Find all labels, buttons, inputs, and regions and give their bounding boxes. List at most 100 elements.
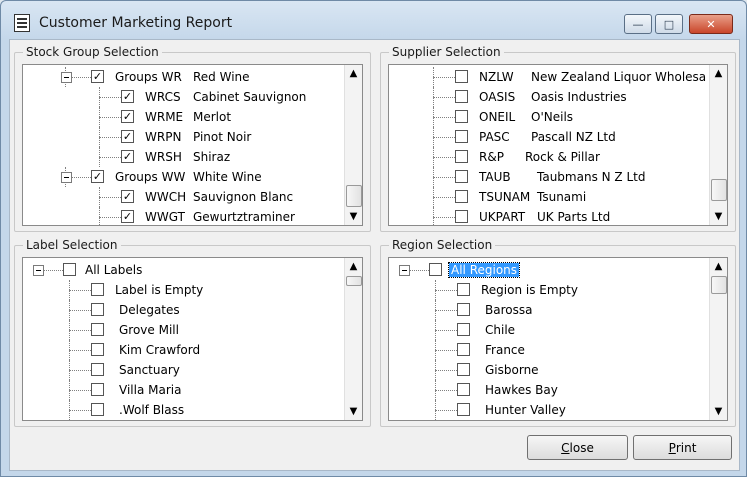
label-tree[interactable]: All Labels Label is Empty Delegates Grove M…: [22, 257, 363, 421]
tree-item-row[interactable]: TSUNAM Tsunami: [389, 187, 709, 207]
supplier-tree-rows: NZLW New Zealand Liquor Wholesa OASIS Oasis…: [389, 67, 709, 225]
tree-checkbox[interactable]: [455, 150, 468, 163]
tree-item-row[interactable]: OASIS Oasis Industries: [389, 87, 709, 107]
scroll-up-icon[interactable]: ▲: [710, 258, 727, 275]
label-selection-label: Label Selection: [23, 238, 121, 252]
tree-item-row[interactable]: Chile: [389, 320, 709, 340]
tree-item-row[interactable]: ✓ WRME Merlot: [23, 107, 344, 127]
scroll-down-icon[interactable]: ▼: [710, 403, 727, 420]
tree-item-row[interactable]: Sanctuary: [23, 360, 344, 380]
tree-group-row[interactable]: ✓ Groups WR Red Wine: [23, 67, 344, 87]
tree-checkbox[interactable]: [457, 283, 470, 296]
tree-item-row[interactable]: Delegates: [23, 300, 344, 320]
scroll-up-icon[interactable]: ▲: [345, 65, 362, 82]
tree-checkbox[interactable]: ✓: [121, 190, 134, 203]
collapse-icon[interactable]: [61, 72, 72, 83]
tree-checkbox[interactable]: ✓: [91, 170, 104, 183]
tree-item-row[interactable]: Grove Mill: [23, 320, 344, 340]
tree-checkbox[interactable]: [91, 303, 104, 316]
tree-item-row[interactable]: Kim Crawford: [23, 340, 344, 360]
tree-checkbox[interactable]: [457, 303, 470, 316]
maximize-button[interactable]: □: [655, 14, 683, 34]
tree-item-row[interactable]: ✓ WWCH Sauvignon Blanc: [23, 187, 344, 207]
tree-checkbox[interactable]: ✓: [121, 110, 134, 123]
tree-checkbox[interactable]: [455, 130, 468, 143]
minimize-button[interactable]: —: [624, 14, 652, 34]
tree-checkbox[interactable]: ✓: [121, 210, 134, 223]
stock-scroll-thumb[interactable]: [346, 185, 362, 207]
tree-checkbox[interactable]: [455, 70, 468, 83]
print-button[interactable]: Print: [633, 435, 732, 460]
tree-item-row[interactable]: Villa Maria: [23, 380, 344, 400]
tree-item-row[interactable]: R&P Rock & Pillar: [389, 147, 709, 167]
tree-item-row[interactable]: ✓ WRSH Shiraz: [23, 147, 344, 167]
tree-checkbox[interactable]: [455, 110, 468, 123]
stock-scrollbar[interactable]: ▲ ▼: [344, 65, 362, 225]
tree-item-row[interactable]: Label is Empty: [23, 280, 344, 300]
tree-item-row[interactable]: Hawkes Bay: [389, 380, 709, 400]
tree-checkbox[interactable]: [91, 283, 104, 296]
tree-item-row[interactable]: ✓ WRCS Cabinet Sauvignon: [23, 87, 344, 107]
tree-checkbox[interactable]: [91, 323, 104, 336]
tree-item-row[interactable]: PASC Pascall NZ Ltd: [389, 127, 709, 147]
tree-checkbox[interactable]: [457, 383, 470, 396]
tree-checkbox[interactable]: [457, 323, 470, 336]
region-scroll-thumb[interactable]: [711, 276, 727, 294]
label-scrollbar[interactable]: ▲ ▼: [344, 258, 362, 420]
tree-checkbox[interactable]: [91, 343, 104, 356]
supplier-label: Supplier Selection: [389, 45, 504, 59]
tree-item-row[interactable]: TAUB Taubmans N Z Ltd: [389, 167, 709, 187]
tree-item-row[interactable]: .Wolf Blass: [23, 400, 344, 420]
collapse-icon[interactable]: [399, 265, 410, 276]
tree-item-row[interactable]: NZLW New Zealand Liquor Wholesa: [389, 67, 709, 87]
tree-checkbox[interactable]: [455, 170, 468, 183]
scroll-down-icon[interactable]: ▼: [345, 208, 362, 225]
tree-checkbox[interactable]: [455, 90, 468, 103]
collapse-icon[interactable]: [33, 265, 44, 276]
labelsel-root-label: All Labels: [85, 263, 143, 277]
tree-connector: [99, 147, 121, 167]
tree-item-row[interactable]: UKPART UK Parts Ltd: [389, 207, 709, 225]
tree-connector: [99, 127, 121, 147]
tree-checkbox[interactable]: [91, 403, 104, 416]
supplier-scrollbar[interactable]: ▲ ▼: [709, 65, 727, 225]
label-scroll-thumb[interactable]: [346, 276, 362, 286]
tree-checkbox[interactable]: [457, 363, 470, 376]
stock-group-tree[interactable]: ✓ Groups WR Red Wine ✓ WRCS Cabinet Sauvignon…: [22, 64, 363, 226]
tree-checkbox[interactable]: ✓: [121, 130, 134, 143]
tree-checkbox[interactable]: [429, 263, 442, 276]
scroll-down-icon[interactable]: ▼: [345, 403, 362, 420]
tree-checkbox[interactable]: [91, 363, 104, 376]
collapse-icon[interactable]: [61, 172, 72, 183]
tree-root-row[interactable]: All Regions: [389, 260, 709, 280]
supplier-tree[interactable]: NZLW New Zealand Liquor Wholesa OASIS Oasis…: [388, 64, 728, 226]
tree-item-row[interactable]: ONEIL O'Neils: [389, 107, 709, 127]
tree-checkbox[interactable]: [91, 383, 104, 396]
scroll-up-icon[interactable]: ▲: [345, 258, 362, 275]
tree-checkbox[interactable]: ✓: [91, 70, 104, 83]
tree-item-row[interactable]: France: [389, 340, 709, 360]
scroll-down-icon[interactable]: ▼: [710, 208, 727, 225]
tree-checkbox[interactable]: [457, 403, 470, 416]
tree-item-row[interactable]: Barossa: [389, 300, 709, 320]
tree-group-row[interactable]: ✓ Groups WW White Wine: [23, 167, 344, 187]
tree-item-row[interactable]: ✓ WRPN Pinot Noir: [23, 127, 344, 147]
tree-checkbox[interactable]: [63, 263, 76, 276]
tree-item-row[interactable]: Gisborne: [389, 360, 709, 380]
close-window-button[interactable]: ✕: [689, 14, 733, 34]
region-scrollbar[interactable]: ▲ ▼: [709, 258, 727, 420]
tree-checkbox[interactable]: [455, 190, 468, 203]
tree-item-row[interactable]: ✓ WWGT Gewurtztraminer: [23, 207, 344, 225]
tree-item-row[interactable]: Region is Empty: [389, 280, 709, 300]
region-tree[interactable]: All Regions Region is Empty Barossa Chile Fr…: [388, 257, 728, 421]
scroll-up-icon[interactable]: ▲: [710, 65, 727, 82]
tree-checkbox[interactable]: ✓: [121, 150, 134, 163]
tree-root-row[interactable]: All Labels: [23, 260, 344, 280]
title-bar[interactable]: Customer Marketing Report — □ ✕: [1, 1, 746, 37]
supplier-scroll-thumb[interactable]: [711, 179, 727, 201]
tree-checkbox[interactable]: [457, 343, 470, 356]
tree-checkbox[interactable]: ✓: [121, 90, 134, 103]
close-button[interactable]: Close: [527, 435, 628, 460]
tree-item-row[interactable]: Hunter Valley: [389, 400, 709, 420]
tree-checkbox[interactable]: [455, 210, 468, 223]
